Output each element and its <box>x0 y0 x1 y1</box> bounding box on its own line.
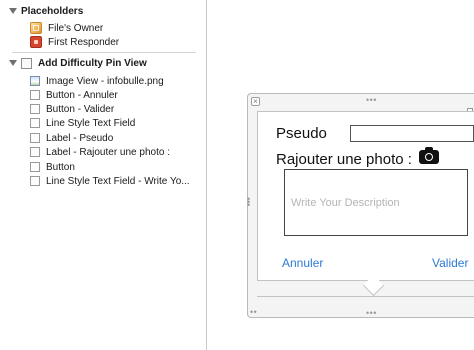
outline-item-files-owner[interactable]: File's Owner <box>30 21 103 35</box>
placeholders-section[interactable]: Placeholders <box>9 4 84 18</box>
text-field-icon <box>30 118 40 128</box>
outline-item-label: Label - Rajouter une photo : <box>46 146 170 158</box>
placeholders-header: Placeholders <box>21 5 84 17</box>
outline-item-button[interactable]: Button <box>30 160 75 174</box>
outline-item-label: Line Style Text Field - Write Yo... <box>46 175 190 187</box>
view-icon <box>21 57 32 69</box>
close-icon[interactable]: × <box>251 97 260 106</box>
label-icon <box>30 147 40 157</box>
label-icon <box>30 133 40 143</box>
outline-item-button-annuler[interactable]: Button - Annuler <box>30 88 118 102</box>
side-resize-handle-icon[interactable]: • • • <box>247 195 250 210</box>
image-view-icon <box>30 76 40 86</box>
document-outline-panel: Placeholders File's Owner First Responde… <box>0 0 207 350</box>
button-icon <box>30 90 40 100</box>
outline-item-view[interactable]: Add Difficulty Pin View <box>9 56 147 70</box>
pseudo-text-field[interactable] <box>350 125 474 142</box>
outline-separator <box>12 52 196 53</box>
outline-item-label-photo[interactable]: Label - Rajouter une photo : <box>30 145 170 159</box>
disclosure-triangle-icon[interactable] <box>9 8 17 14</box>
top-resize-handle-icon[interactable]: • • • <box>366 95 377 105</box>
button-icon <box>30 104 40 114</box>
outline-item-label: First Responder <box>48 36 120 48</box>
button-icon <box>30 162 40 172</box>
photo-label: Rajouter une photo : <box>276 151 412 168</box>
outline-item-image-view[interactable]: Image View - infobulle.png <box>30 74 164 88</box>
pseudo-label: Pseudo <box>276 125 327 142</box>
outline-item-text-field[interactable]: Line Style Text Field <box>30 116 135 130</box>
popover-image-view[interactable]: Pseudo Rajouter une photo : Write Your D… <box>257 111 474 281</box>
corner-handle-icon[interactable]: • • <box>250 307 257 317</box>
outline-item-label: File's Owner <box>48 22 104 34</box>
outline-item-label: Button - Annuler <box>46 89 118 101</box>
files-owner-cube-icon <box>30 22 42 34</box>
description-text-field[interactable]: Write Your Description <box>284 169 468 236</box>
view-scene[interactable]: × • • • • • • • • • • • Pseudo Rajouter un… <box>247 93 474 318</box>
outline-item-button-valider[interactable]: Button - Valider <box>30 102 114 116</box>
outline-item-label: Line Style Text Field <box>46 117 136 129</box>
outline-item-label-pseudo[interactable]: Label - Pseudo <box>30 131 113 145</box>
cancel-button[interactable]: Annuler <box>282 256 323 270</box>
outline-item-label: Button <box>46 161 75 173</box>
view-header: Add Difficulty Pin View <box>38 57 147 69</box>
outline-item-label: Label - Pseudo <box>46 132 114 144</box>
bottom-resize-handle-icon[interactable]: • • • <box>366 308 377 318</box>
outline-item-label: Button - Valider <box>46 103 115 115</box>
interface-builder-canvas[interactable]: × • • • • • • • • • • • Pseudo Rajouter un… <box>207 0 474 350</box>
outline-item-first-responder[interactable]: First Responder <box>30 35 119 49</box>
validate-button[interactable]: Valider <box>432 256 468 270</box>
outline-item-description-field[interactable]: Line Style Text Field - Write Yo... <box>30 174 190 188</box>
description-placeholder: Write Your Description <box>291 197 400 209</box>
disclosure-triangle-icon[interactable] <box>9 60 17 66</box>
camera-icon[interactable] <box>419 147 439 164</box>
text-field-icon <box>30 176 40 186</box>
outline-item-label: Image View - infobulle.png <box>46 75 164 87</box>
popover-frame-bottom <box>257 296 474 297</box>
first-responder-icon <box>30 36 42 48</box>
